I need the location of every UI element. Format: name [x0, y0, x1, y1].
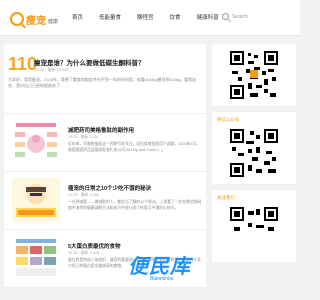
article-excerpt: 一分钟减肥——做减肥的人，都应当了解的10个秘诀。上周看了一些在微信和网络中流传…: [68, 200, 202, 210]
site-header: 瘦宠 健康 首页 低能量食 懒怪宫 饮食 健康科普 Search: [0, 0, 300, 36]
watermark-logo: 便民库: [128, 256, 191, 278]
qr-code-image: [228, 127, 280, 179]
list-item[interactable]: 瘦宠的日常之10个少吃不饿的秘诀 10.25 · 最新 4,096 一分钟减肥—…: [4, 172, 206, 230]
featured-article[interactable]: 110 瘦宠是谁？为什么要做低碳生酮科普？ 10.25 · 最新 10,867 …: [4, 44, 206, 114]
qr-widget-1: [212, 44, 296, 106]
article-meta: 10.25 · 最新 4,096: [68, 193, 100, 197]
sidebar: 微信公众号 关注我们: [212, 44, 296, 268]
article-excerpt: 近年来，司美格鲁肽这一药物引发关注，因为其被批准用于减重，2023年8月，美国国…: [68, 142, 201, 152]
widget-title: 关注我们: [217, 195, 235, 200]
qr-widget-2: 微信公众号: [212, 112, 296, 184]
article-title[interactable]: 瘦宠的日常之10个少吃不饿的秘诀: [68, 184, 151, 192]
logo-icon: [10, 12, 24, 26]
article-thumbnail[interactable]: [12, 236, 60, 280]
cartoon-image: [12, 178, 60, 222]
featured-meta: 10.25 · 最新 10,867: [34, 67, 69, 72]
site-logo[interactable]: 瘦宠 健康: [10, 10, 58, 28]
logo-subtext: 健康: [48, 18, 59, 25]
page: 瘦宠 健康 首页 低能量食 懒怪宫 饮食 健康科普 Search 110 瘦宠是…: [0, 0, 300, 300]
qr-code-graphic: [228, 49, 280, 101]
qr-widget-3: 关注我们: [212, 190, 296, 262]
featured-title[interactable]: 瘦宠是谁？为什么要做低碳生酮科普？: [34, 57, 145, 67]
article-title[interactable]: 5大蛋白质最优的食物: [68, 242, 121, 250]
nav-item-health-science[interactable]: 健康科普: [189, 0, 227, 36]
article-meta: 10.25 · 最新 3,528: [68, 251, 100, 255]
nav-item-lazy-palace[interactable]: 懒怪宫: [129, 0, 162, 36]
article-meta: 10.25 · 最新 5,167: [68, 135, 100, 139]
nav-item-low-energy-food[interactable]: 低能量食: [91, 0, 129, 36]
nav-item-home[interactable]: 首页: [66, 0, 91, 36]
qr-code-image: [228, 205, 280, 257]
qr-code-image: [228, 49, 280, 101]
featured-excerpt: 大家好，我是瘦宠。2016年，我患了重度抑郁症并在不到一年的时间里，体重从84k…: [8, 77, 197, 88]
featured-number: 110: [8, 54, 38, 74]
search-placeholder: Search: [232, 13, 248, 20]
widget-title: 微信公众号: [217, 117, 240, 122]
article-thumbnail[interactable]: [12, 120, 60, 164]
list-item[interactable]: 减肥药司美格鲁肽的副作用 10.25 · 最新 5,167 近年来，司美格鲁肽这…: [4, 114, 206, 172]
logo-text: 瘦宠: [26, 15, 46, 27]
article-thumbnail[interactable]: [12, 178, 60, 222]
search-icon[interactable]: [222, 13, 229, 20]
search-box[interactable]: Search: [222, 13, 248, 20]
infographic-image: [12, 120, 60, 164]
nav-item-diet[interactable]: 饮食: [162, 0, 189, 36]
qr-code-graphic: [228, 127, 280, 179]
article-title[interactable]: 减肥药司美格鲁肽的副作用: [68, 126, 134, 134]
main-nav: 首页 低能量食 懒怪宫 饮食 健康科普: [66, 0, 227, 36]
food-chart-image: [12, 236, 60, 280]
qr-code-graphic: [228, 205, 280, 257]
watermark-subtext: Bianminku: [150, 276, 174, 282]
